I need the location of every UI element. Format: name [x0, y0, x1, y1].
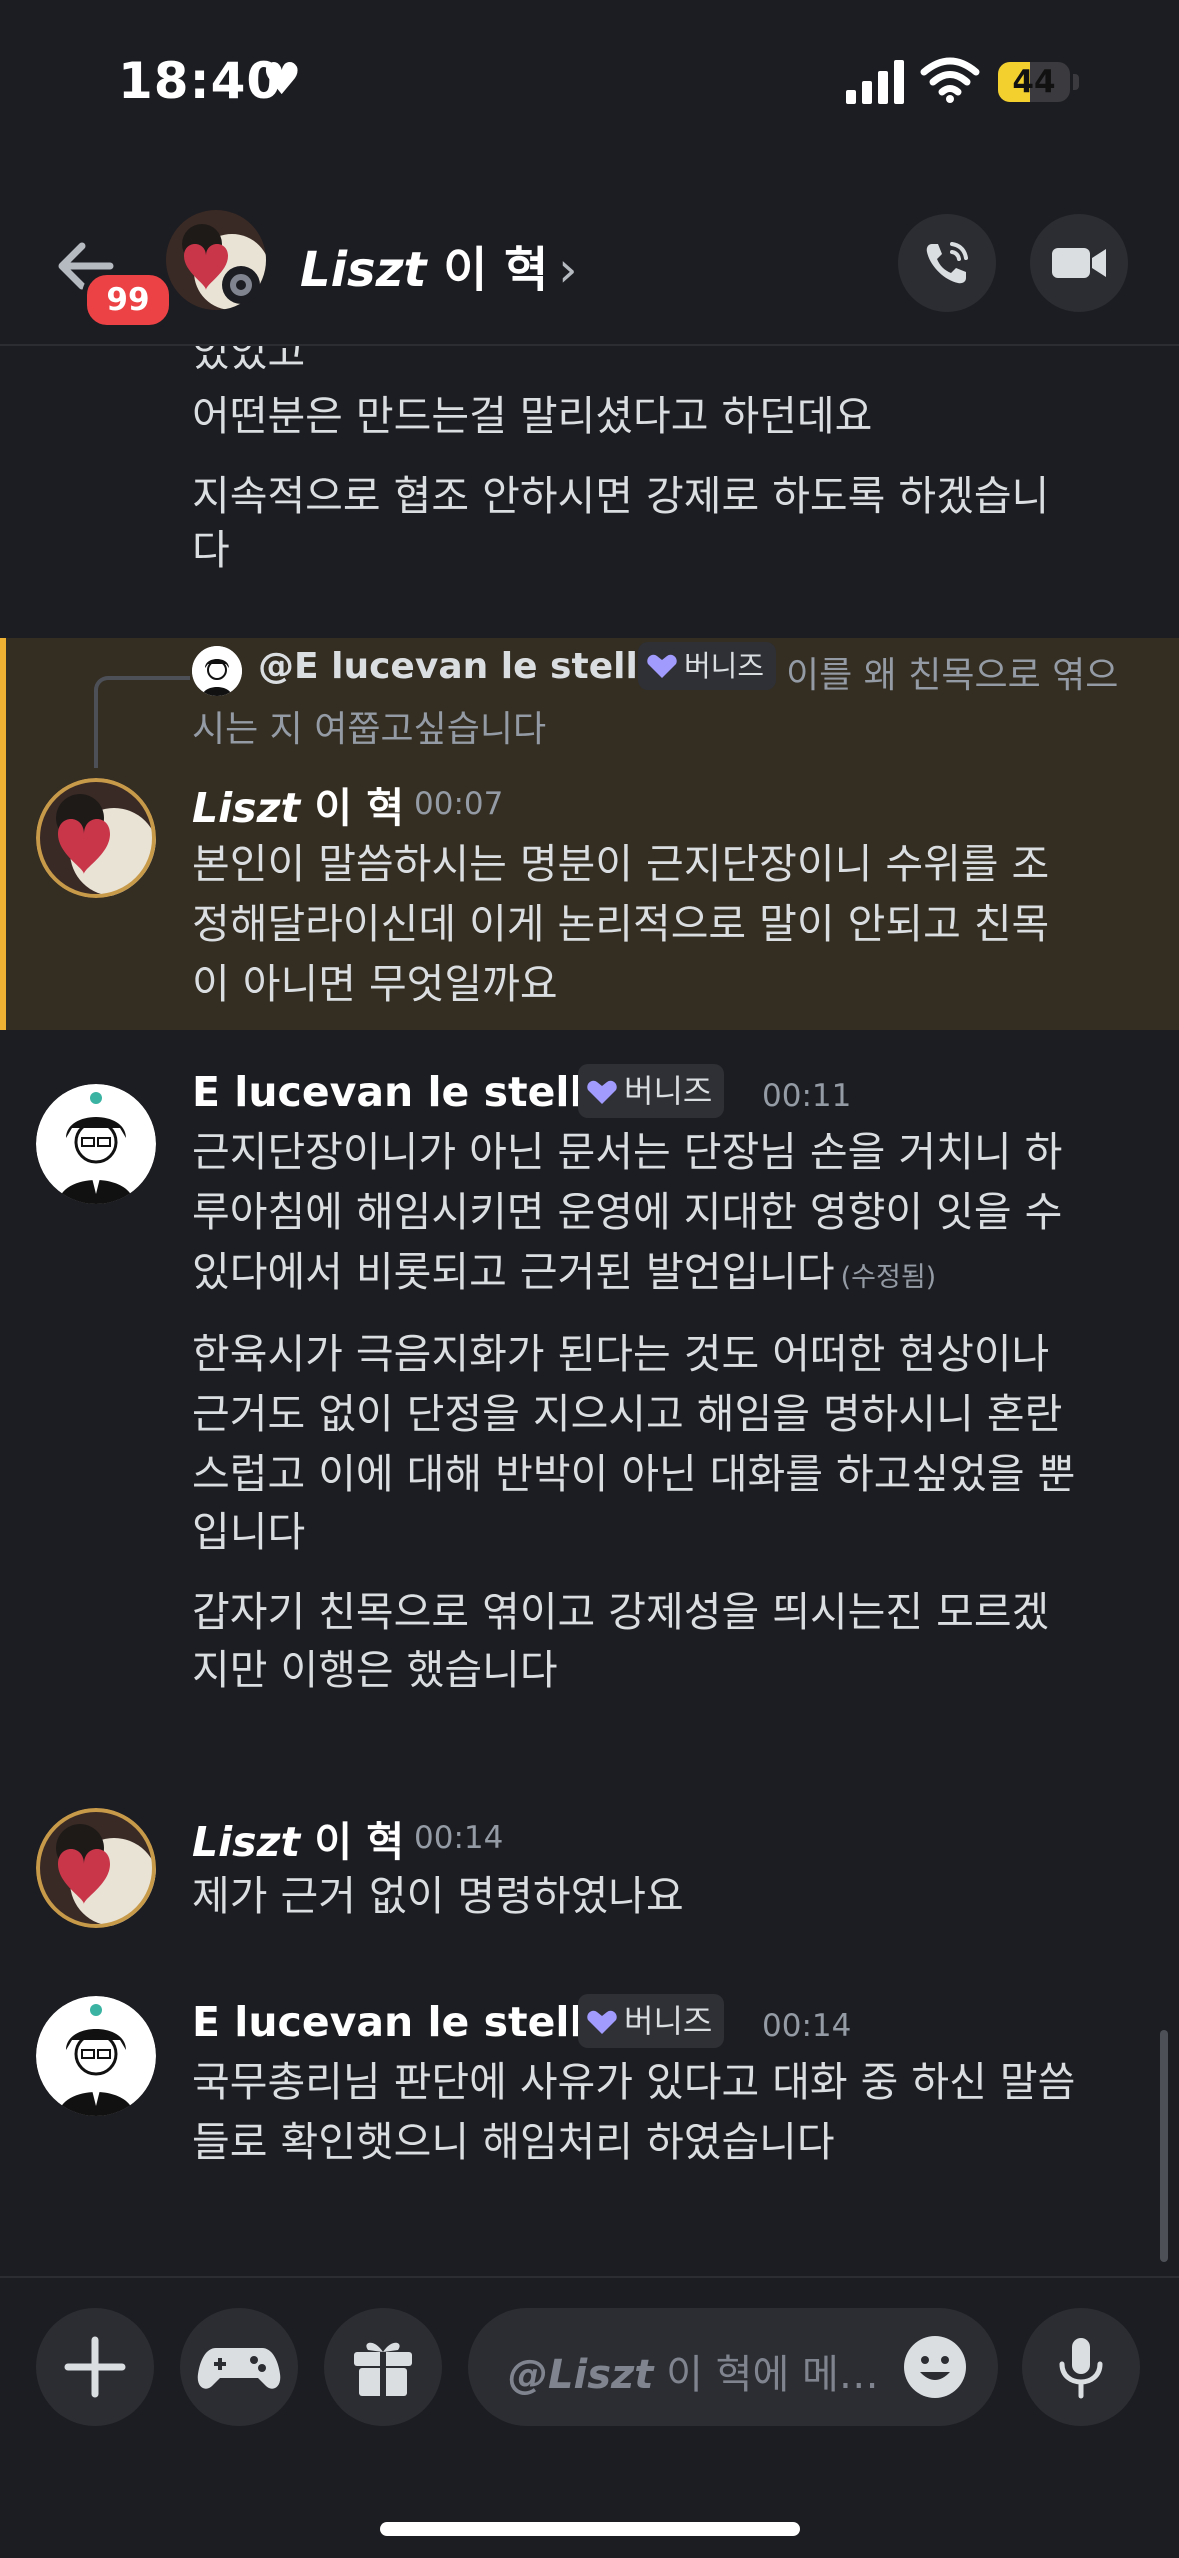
mention-highlight-bar	[0, 638, 6, 1030]
battery-tip	[1073, 74, 1079, 90]
composer-bar: @Liszt 이 혁에 메…	[0, 2276, 1179, 2558]
video-call-button[interactable]	[1030, 214, 1128, 312]
heart-gem-icon	[587, 1080, 617, 1104]
gift-button[interactable]	[324, 2308, 442, 2426]
author-name[interactable]: E lucevan le stelle	[192, 1068, 611, 1116]
edited-label: (수정됨)	[840, 1262, 937, 1293]
author-avatar[interactable]	[36, 1996, 156, 2116]
author-name[interactable]: Liszt 이 혁	[192, 1808, 404, 1868]
author-avatar[interactable]	[36, 778, 156, 898]
call-button[interactable]	[898, 214, 996, 312]
channel-name[interactable]: Liszt 이 혁 ›	[300, 230, 577, 300]
message-timestamp: 00:14	[414, 1820, 504, 1856]
message-line: 입니다	[192, 1508, 306, 1556]
phone-call-icon	[926, 242, 968, 284]
reply-connector	[94, 676, 190, 768]
message-line: 근지단장이니가 아닌 문서는 단장님 손을 거치니 하	[192, 1128, 1063, 1176]
activities-button[interactable]	[180, 2308, 298, 2426]
author-name-rest: 이 혁	[300, 784, 405, 832]
scrollbar[interactable]	[1160, 2030, 1168, 2262]
plus-icon	[64, 2336, 126, 2398]
reply-avatar	[192, 646, 242, 696]
status-time: 18:40	[118, 52, 283, 110]
message-input[interactable]: @Liszt 이 혁에 메…	[468, 2308, 998, 2426]
placeholder-mention: @Liszt	[508, 2352, 654, 2398]
heart-gem-icon	[587, 2010, 617, 2034]
home-indicator[interactable]	[380, 2522, 800, 2536]
message-text: 있다에서 비롯되고 근거된 발언입니다	[192, 1248, 835, 1296]
author-name[interactable]: Liszt 이 혁	[192, 774, 404, 834]
author-name-italic: Liszt	[192, 1818, 301, 1866]
unread-badge: 99	[82, 270, 174, 330]
video-camera-icon	[1052, 248, 1106, 278]
author-avatar[interactable]	[36, 1808, 156, 1928]
voice-message-button[interactable]	[1022, 2308, 1140, 2426]
reply-mention[interactable]: @E lucevan le stelle	[258, 646, 662, 687]
message-line: 본인이 말씀하시는 명분이 근지단장이니 수위를 조	[192, 840, 1050, 888]
message-line: 정해달라이신데 이게 논리적으로 말이 안되고 친목	[192, 900, 1050, 948]
reply-preview[interactable]: 이를 왜 친목으로 엮으	[786, 646, 1118, 698]
message-line: 루아침에 해임시키면 운영에 지대한 영향이 잇을 수	[192, 1188, 1063, 1236]
message-timestamp: 00:07	[414, 786, 504, 822]
message-input-placeholder: @Liszt 이 혁에 메…	[508, 2342, 888, 2400]
heart-icon: ♥	[262, 54, 302, 105]
cellular-signal-icon	[846, 60, 904, 104]
reply-preview[interactable]: 시는 지 여쭙고싶습니다	[192, 700, 546, 752]
wifi-icon	[920, 57, 980, 103]
gift-icon	[354, 2342, 412, 2396]
microphone-icon	[1059, 2338, 1103, 2399]
add-attachment-button[interactable]	[36, 2308, 154, 2426]
message-line: 지만 이행은 했습니다	[192, 1646, 558, 1694]
author-name[interactable]: E lucevan le stelle	[192, 1998, 611, 2046]
author-name-italic: Liszt	[192, 784, 301, 832]
role-tag: 버니즈	[578, 1064, 725, 1118]
battery-percent: 44	[1012, 64, 1056, 100]
author-avatar[interactable]	[36, 1084, 156, 1204]
role-tag-label: 버니즈	[684, 649, 765, 683]
message-line: 스럽고 이에 대해 반박이 아닌 대화를 하고싶었을 뿐	[192, 1450, 1076, 1498]
message-line: 갑자기 친목으로 엮이고 강제성을 띄시는진 모르겠	[192, 1588, 1050, 1636]
role-tag: 버니즈	[638, 642, 777, 690]
emoji-icon[interactable]	[902, 2334, 968, 2400]
message-line: 지속적으로 협조 안하시면 강제로 하도록 하겠습니	[192, 472, 1050, 520]
message-line: 어떤분은 만드는걸 말리셨다고 하던데요	[192, 392, 873, 440]
message-timestamp: 00:14	[762, 2008, 852, 2044]
author-name-rest: 이 혁	[300, 1818, 405, 1866]
message-line: 국무총리님 판단에 사유가 있다고 대화 중 하신 말씀	[192, 2058, 1076, 2106]
message-line: 들로 확인햇으니 해임처리 하였습니다	[192, 2118, 835, 2166]
message-line: 있었고	[192, 346, 306, 376]
message-line: 있다에서 비롯되고 근거된 발언입니다 (수정됨)	[192, 1244, 936, 1306]
presence-status-icon	[222, 266, 260, 304]
chevron-right-icon: ›	[558, 242, 578, 298]
message-line: 제가 근거 없이 명령하였나요	[192, 1872, 684, 1920]
role-tag: 버니즈	[578, 1994, 725, 2048]
role-tag-label: 버니즈	[624, 2002, 713, 2040]
message-line: 이 아니면 무엇일까요	[192, 960, 558, 1008]
placeholder-text: 이 혁에 메…	[653, 2352, 879, 2398]
gamepad-icon	[197, 2348, 281, 2389]
channel-name-rest: 이 혁	[426, 242, 549, 298]
channel-name-italic: Liszt	[300, 242, 427, 298]
battery-indicator: 44	[998, 62, 1070, 102]
message-timestamp: 00:11	[762, 1078, 852, 1114]
message-list[interactable]: 있었고 어떤분은 만드는걸 말리셨다고 하던데요 지속적으로 협조 안하시면 강…	[0, 346, 1179, 2276]
message-line: 한육시가 극음지화가 된다는 것도 어떠한 현상이나	[192, 1330, 1050, 1378]
heart-gem-icon	[647, 654, 677, 678]
status-bar: 18:40 ♥ 44	[0, 0, 1179, 160]
message-line: 다	[192, 526, 230, 574]
channel-header: Liszt 이 혁 ›	[0, 190, 1179, 346]
role-tag-label: 버니즈	[624, 1072, 713, 1110]
message-line: 근거도 없이 단정을 지으시고 해임을 명하시니 혼란	[192, 1390, 1063, 1438]
